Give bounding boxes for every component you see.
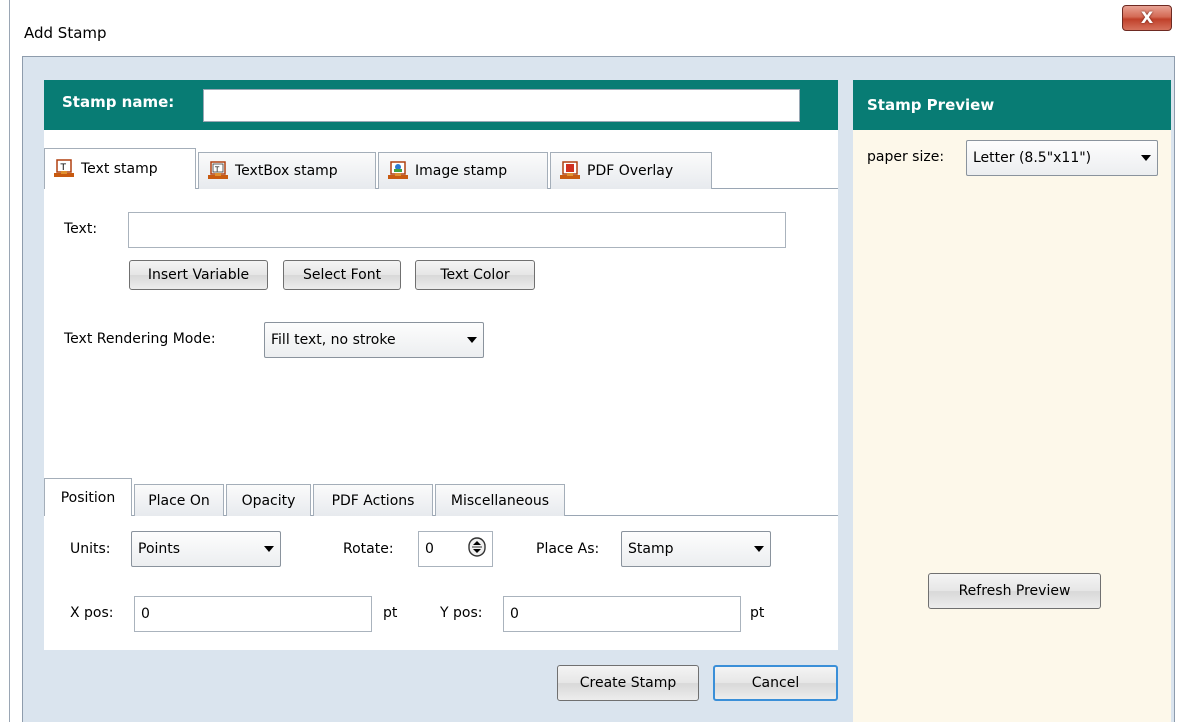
tab-label: PDF Overlay [587,163,674,179]
tab-label: Opacity [241,492,296,509]
rendering-mode-value: Fill text, no stroke [271,332,396,348]
rotate-value: 0 [425,541,434,557]
units-value: Points [138,541,181,557]
y-pos-label: Y pos: [440,605,483,621]
window-title: Add Stamp [24,24,107,42]
preview-title: Stamp Preview [867,96,995,114]
rotate-spinner[interactable]: 0 [418,531,493,567]
tab-position[interactable]: Position [44,478,132,516]
add-stamp-dialog: Add Stamp X Stamp name: Stamp Preview T … [0,0,1194,722]
tab-image-stamp[interactable]: Image stamp [378,152,548,189]
chevron-down-icon [1141,155,1151,161]
tab-pdf-actions[interactable]: PDF Actions [313,484,433,516]
rendering-mode-label: Text Rendering Mode: [64,331,216,347]
text-label: Text: [64,221,98,237]
chevron-down-icon [264,546,274,552]
tab-text-stamp[interactable]: T Text stamp [44,148,196,189]
tab-label: TextBox stamp [235,163,338,179]
tab-label: Miscellaneous [450,492,550,509]
place-as-select[interactable]: Stamp [621,531,771,567]
insert-variable-button[interactable]: Insert Variable [129,260,268,290]
paper-size-select[interactable]: Letter (8.5"x11") [966,140,1158,176]
x-pos-label: X pos: [70,605,114,621]
cancel-button[interactable]: Cancel [713,665,838,701]
stamp-image-icon [387,161,409,181]
chevron-down-icon [754,546,764,552]
units-label: Units: [70,541,111,557]
x-pos-unit: pt [383,605,398,621]
tab-miscellaneous[interactable]: Miscellaneous [435,484,565,516]
tab-pdf-overlay[interactable]: PDF Overlay [550,152,712,189]
stamp-name-label: Stamp name: [62,93,175,111]
close-button[interactable]: X [1122,5,1172,31]
tab-label: PDF Actions [331,492,415,509]
units-select[interactable]: Points [131,531,281,567]
spinner-arrows-icon[interactable] [468,537,486,561]
create-stamp-button[interactable]: Create Stamp [557,665,699,701]
y-pos-input[interactable]: 0 [503,596,741,632]
tab-label: Image stamp [415,163,508,179]
y-pos-unit: pt [750,605,765,621]
paper-size-label: paper size: [867,149,945,165]
tab-opacity[interactable]: Opacity [226,484,311,516]
stamp-textbox-icon: T [207,161,229,181]
tab-place-on[interactable]: Place On [134,484,224,516]
rotate-label: Rotate: [343,541,394,557]
rendering-mode-select[interactable]: Fill text, no stroke [264,322,484,358]
tab-label: Position [60,489,116,506]
svg-text:T: T [214,166,220,174]
stamp-pdf-icon [559,161,581,181]
tab-textbox-stamp[interactable]: T TextBox stamp [198,152,376,189]
refresh-preview-button[interactable]: Refresh Preview [928,573,1101,609]
text-color-button[interactable]: Text Color [415,260,535,290]
stamp-text-input[interactable] [128,212,786,248]
stamp-name-input[interactable] [203,89,800,122]
place-as-value: Stamp [628,541,674,557]
tab-label: Text stamp [81,161,158,177]
stamp-text-icon: T [53,159,75,179]
tab-label: Place On [148,492,210,509]
stamp-preview-panel [853,80,1171,722]
paper-size-value: Letter (8.5"x11") [973,150,1092,166]
chevron-down-icon [467,337,477,343]
x-pos-input[interactable]: 0 [134,596,372,632]
place-as-label: Place As: [536,541,600,557]
select-font-button[interactable]: Select Font [283,260,401,290]
